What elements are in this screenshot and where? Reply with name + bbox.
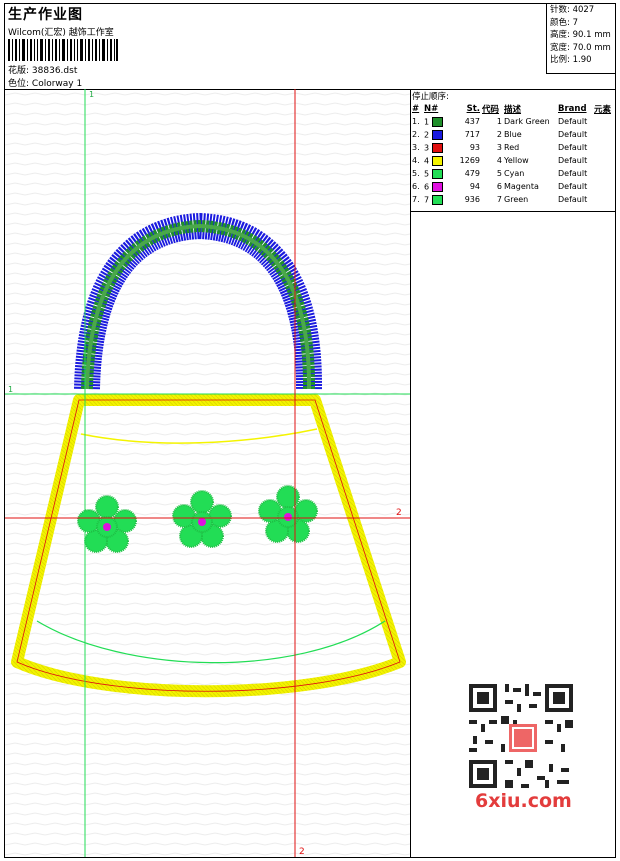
design-label: 花版: bbox=[8, 66, 30, 76]
stitch-count: 437 bbox=[464, 117, 480, 126]
watermark-brand: 6xiu.com bbox=[475, 790, 572, 812]
table-row: 3. 3 93 3 Red Default bbox=[411, 141, 615, 154]
element-cell bbox=[593, 180, 615, 193]
stitch-count: 936 bbox=[464, 195, 480, 204]
spec-box: 针数: 4027 颜色: 7 高度: 90.1 mm 宽度: 70.0 mm 比… bbox=[546, 4, 615, 74]
company-name: Wilcom(汇宏) 越饰工作室 bbox=[8, 28, 114, 38]
table-header-row: # N# St. 代码 描述 Brand 元素 bbox=[412, 103, 612, 115]
color-description: Magenta bbox=[504, 182, 539, 191]
color-swatch bbox=[431, 168, 443, 179]
stitch-count: 717 bbox=[464, 130, 480, 139]
guide-label-red-right: 2 bbox=[396, 508, 402, 518]
element-cell bbox=[593, 167, 615, 180]
spec-colors: 颜色: 7 bbox=[550, 17, 578, 28]
color-code: 7 bbox=[496, 195, 502, 204]
design-file: 花版: 38836.dst bbox=[8, 63, 77, 76]
design-canvas: 1 1 2 2 bbox=[5, 89, 411, 857]
guide-label-green-left: 1 bbox=[8, 385, 14, 394]
element-cell bbox=[593, 128, 615, 141]
row-index: 4. bbox=[412, 156, 420, 165]
table-row: 2. 2 717 2 Blue Default bbox=[411, 128, 615, 141]
stitch-count: 479 bbox=[464, 169, 480, 178]
page-title: 生产作业图 bbox=[8, 7, 83, 23]
qr-code bbox=[465, 680, 577, 792]
spec-stitches: 针数: 4027 bbox=[550, 5, 595, 15]
colorway: 色位: Colorway 1 bbox=[8, 76, 82, 89]
color-description: Green bbox=[504, 195, 529, 204]
color-code: 2 bbox=[496, 130, 502, 139]
color-swatch bbox=[431, 194, 443, 205]
spec-height: 高度: 90.1 mm bbox=[550, 30, 611, 40]
needle-cell: 3 bbox=[423, 141, 451, 154]
color-swatch bbox=[431, 129, 443, 140]
color-code: 3 bbox=[496, 143, 502, 152]
color-code: 1 bbox=[496, 117, 502, 126]
element-cell bbox=[593, 193, 615, 206]
table-row: 1. 1 437 1 Dark Green Default bbox=[411, 115, 615, 128]
brand-cell: Default bbox=[558, 117, 588, 126]
color-swatch bbox=[431, 116, 443, 127]
color-swatch bbox=[431, 181, 443, 192]
brand-cell: Default bbox=[558, 195, 588, 204]
row-index: 7. bbox=[412, 195, 420, 204]
needle-cell: 2 bbox=[423, 128, 451, 141]
row-index: 1. bbox=[412, 117, 420, 126]
guide-label-red-bottom: 2 bbox=[299, 847, 305, 857]
row-index: 5. bbox=[412, 169, 420, 178]
brand-cell: Default bbox=[558, 156, 588, 165]
stitch-count: 1269 bbox=[459, 156, 480, 165]
row-index: 6. bbox=[412, 182, 420, 191]
stop-sequence-title: 停止顺序: bbox=[412, 92, 449, 102]
needle-cell: 7 bbox=[423, 193, 451, 206]
table-row: 4. 4 1269 4 Yellow Default bbox=[411, 154, 615, 167]
color-code: 5 bbox=[496, 169, 502, 178]
color-swatch bbox=[431, 155, 443, 166]
needle-cell: 6 bbox=[423, 180, 451, 193]
embroidery-preview bbox=[5, 89, 410, 857]
color-description: Dark Green bbox=[504, 117, 550, 126]
color-description: Cyan bbox=[504, 169, 525, 178]
needle-cell: 1 bbox=[423, 115, 451, 128]
color-description: Blue bbox=[504, 130, 522, 139]
brand-cell: Default bbox=[558, 182, 588, 191]
element-cell bbox=[593, 115, 615, 128]
colorway-value: Colorway 1 bbox=[31, 79, 83, 89]
colorway-label: 色位: bbox=[8, 79, 30, 89]
stitch-count: 94 bbox=[469, 182, 480, 191]
row-index: 2. bbox=[412, 130, 420, 139]
brand-cell: Default bbox=[558, 130, 588, 139]
table-row: 5. 5 479 5 Cyan Default bbox=[411, 167, 615, 180]
color-code: 4 bbox=[496, 156, 502, 165]
brand-cell: Default bbox=[558, 143, 588, 152]
spec-width: 宽度: 70.0 mm bbox=[550, 42, 611, 53]
stop-sequence-table: # N# St. 代码 描述 Brand 元素 1. 1 437 1 Dark Gre… bbox=[411, 102, 615, 206]
needle-cell: 5 bbox=[423, 167, 451, 180]
color-description: Yellow bbox=[504, 156, 529, 165]
element-cell bbox=[593, 154, 615, 167]
row-index: 3. bbox=[412, 143, 420, 152]
color-swatch bbox=[431, 142, 443, 153]
design-value: 38836.dst bbox=[31, 66, 78, 76]
stitch-count: 93 bbox=[469, 143, 480, 152]
barcode bbox=[8, 39, 118, 61]
header: 生产作业图 Wilcom(汇宏) 越饰工作室 花版: 38836.dst 色位: bbox=[5, 4, 615, 90]
color-code: 6 bbox=[496, 182, 502, 191]
needle-cell: 4 bbox=[423, 154, 451, 167]
spec-scale: 比例: 1.90 bbox=[550, 55, 592, 65]
color-description: Red bbox=[504, 143, 520, 152]
brand-cell: Default bbox=[558, 169, 588, 178]
table-row: 7. 7 936 7 Green Default bbox=[411, 193, 615, 206]
element-cell bbox=[593, 141, 615, 154]
table-row: 6. 6 94 6 Magenta Default bbox=[411, 180, 615, 193]
guide-label-green-top: 1 bbox=[89, 90, 95, 99]
